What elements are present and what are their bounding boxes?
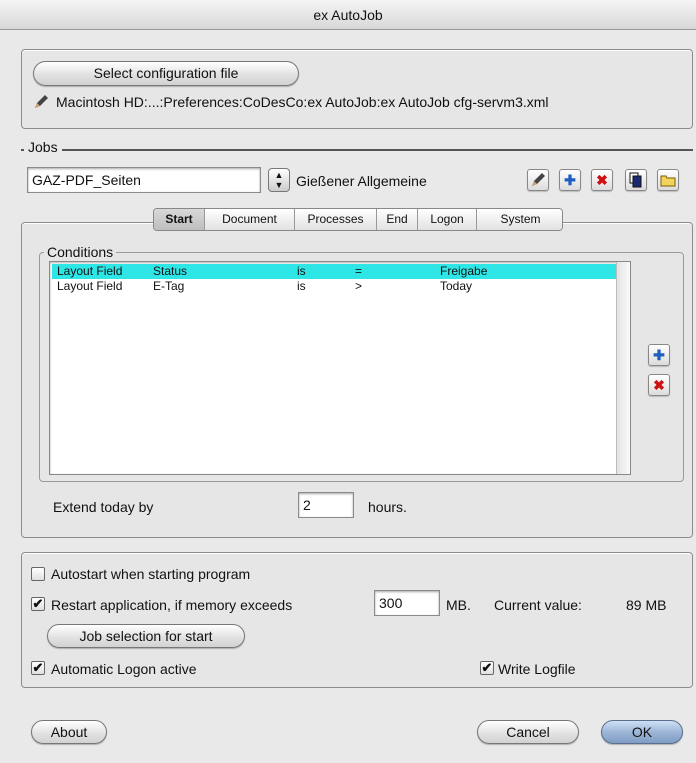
delete-job-button[interactable]: ✖: [591, 169, 613, 191]
tab-end[interactable]: End: [377, 209, 418, 230]
config-path: Macintosh HD:...:Preferences:CoDesCo:ex …: [56, 94, 549, 110]
folder-icon-button[interactable]: [657, 169, 679, 191]
chevron-down-icon: ▼: [274, 180, 284, 190]
tab-logon[interactable]: Logon: [418, 209, 477, 230]
cancel-button[interactable]: Cancel: [477, 720, 579, 744]
extend-hours-field[interactable]: 2: [298, 492, 354, 518]
condition-field: Status: [153, 264, 188, 278]
condition-op1: is: [297, 264, 306, 278]
conditions-scrollbar[interactable]: [616, 262, 630, 474]
extend-today-label: Extend today by: [53, 499, 154, 515]
restart-checkbox[interactable]: ✔: [31, 597, 45, 611]
job-selection-button[interactable]: Job selection for start: [47, 624, 245, 648]
selected-job-label: Gießener Allgemeine: [296, 173, 427, 189]
job-select-stepper[interactable]: ▲ ▼: [268, 168, 290, 192]
condition-field: E-Tag: [153, 279, 185, 293]
delete-condition-button[interactable]: ✖: [648, 374, 670, 396]
condition-op1: is: [297, 279, 306, 293]
condition-type: Layout Field: [57, 279, 123, 293]
window-title: ex AutoJob: [313, 7, 383, 23]
jobs-group-label: Jobs: [24, 138, 62, 156]
job-name-field[interactable]: GAZ-PDF_Seiten: [27, 167, 261, 193]
checkmark-icon: ✔: [32, 596, 44, 611]
logon-label: Automatic Logon active: [51, 661, 197, 677]
condition-value: Freigabe: [440, 264, 488, 278]
conditions-list[interactable]: Layout Field Status is = Freigabe Layout…: [49, 261, 631, 475]
logfile-checkbox[interactable]: ✔: [480, 661, 494, 675]
tab-document[interactable]: Document: [205, 209, 295, 230]
current-value-label: Current value:: [494, 597, 582, 613]
ok-button[interactable]: OK: [601, 720, 683, 744]
logfile-label: Write Logfile: [498, 661, 576, 677]
config-panel: Select configuration file Macintosh HD:.…: [21, 49, 693, 129]
duplicate-job-button[interactable]: [625, 169, 647, 191]
tab-start[interactable]: Start: [154, 209, 205, 230]
condition-type: Layout Field: [57, 264, 123, 278]
add-job-button[interactable]: ✚: [559, 169, 581, 191]
jobs-group-line: [21, 149, 693, 151]
autostart-checkbox[interactable]: [31, 567, 45, 581]
extend-unit-label: hours.: [368, 499, 407, 515]
memory-limit-field[interactable]: 300: [374, 590, 440, 616]
conditions-label: Conditions: [44, 243, 117, 261]
checkmark-icon: ✔: [481, 660, 493, 675]
tab-bar: Start Document Processes End Logon Syste…: [153, 208, 563, 231]
condition-op2: >: [355, 279, 363, 293]
tab-system[interactable]: System: [477, 209, 562, 230]
restart-label: Restart application, if memory exceeds: [51, 597, 293, 613]
tab-processes[interactable]: Processes: [295, 209, 377, 230]
pencil-icon: [33, 94, 49, 110]
condition-row[interactable]: Layout Field Status is = Freigabe: [52, 264, 626, 279]
add-condition-button[interactable]: ✚: [648, 344, 670, 366]
checkmark-icon: ✔: [32, 660, 44, 675]
condition-value: Today: [440, 279, 473, 293]
current-value: 89 MB: [626, 597, 667, 613]
edit-job-button[interactable]: [527, 169, 549, 191]
memory-unit-label: MB.: [446, 597, 471, 613]
chevron-up-icon: ▲: [274, 170, 284, 180]
select-config-file-button[interactable]: Select configuration file: [33, 61, 299, 86]
logon-checkbox[interactable]: ✔: [31, 661, 45, 675]
autostart-label: Autostart when starting program: [51, 566, 251, 582]
window-title-bar: ex AutoJob: [0, 0, 696, 30]
condition-op2: =: [355, 264, 363, 278]
condition-row[interactable]: Layout Field E-Tag is > Today: [52, 279, 626, 294]
about-button[interactable]: About: [31, 720, 107, 744]
